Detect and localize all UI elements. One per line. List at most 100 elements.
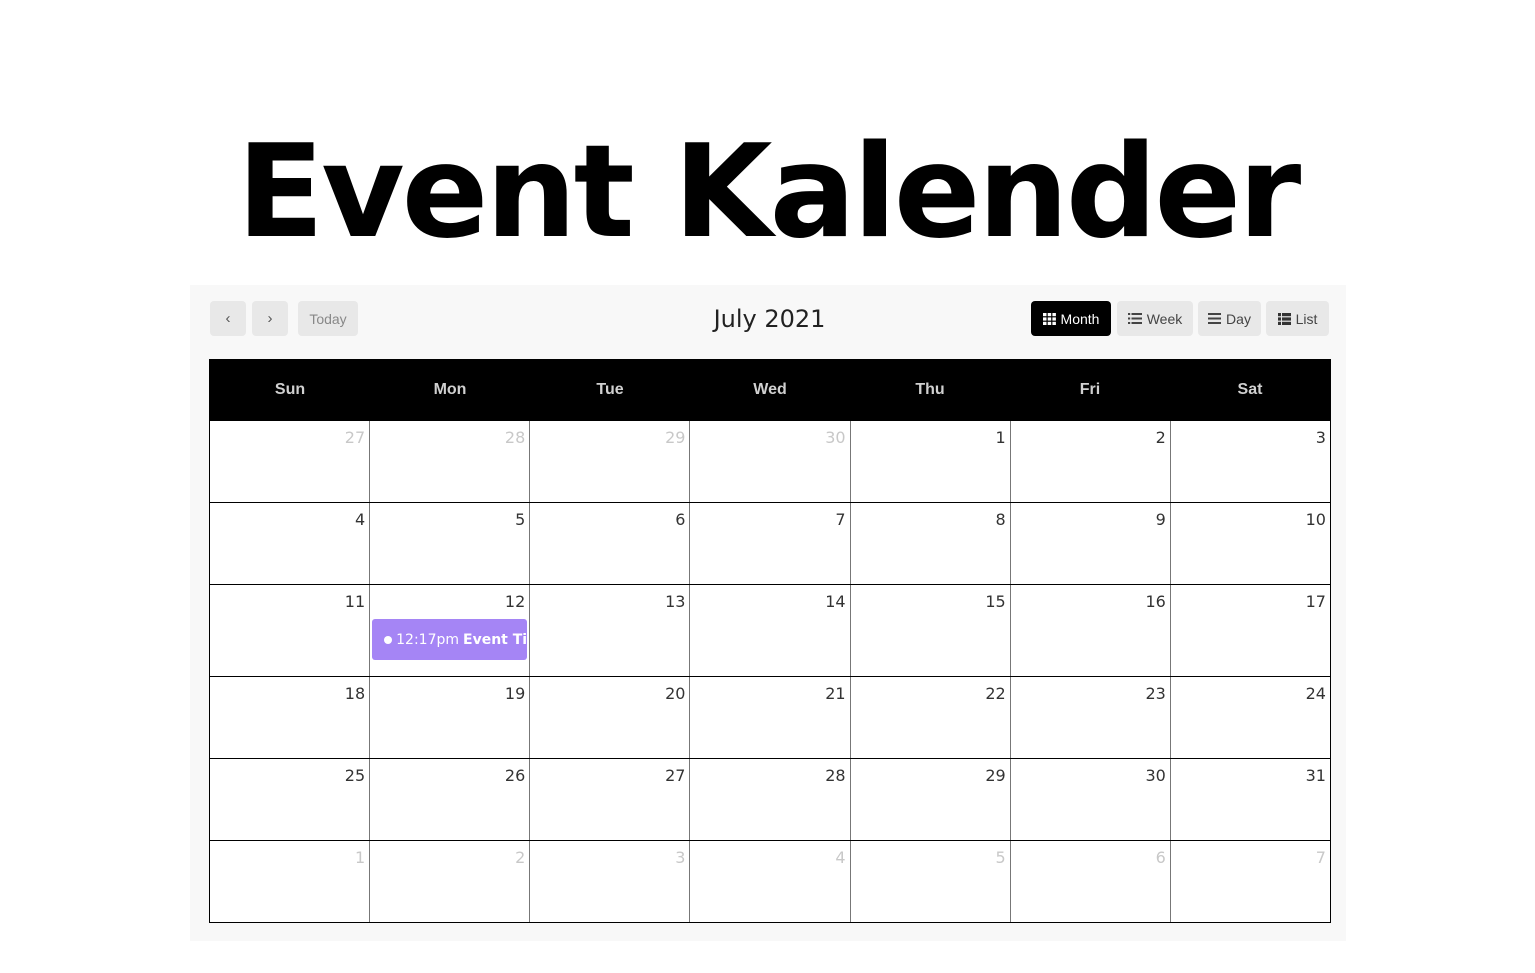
day-number: 28 xyxy=(825,766,846,785)
day-number: 15 xyxy=(985,592,1006,611)
view-week-label: Week xyxy=(1146,310,1183,327)
day-cell[interactable]: 21 xyxy=(689,677,849,758)
day-cell[interactable]: 30 xyxy=(1009,759,1170,840)
day-number: 3 xyxy=(675,848,686,867)
calendar-toolbar: ‹ › Today July 2021 Month Week Day List xyxy=(210,301,1329,337)
calendar: ‹ › Today July 2021 Month Week Day List … xyxy=(190,285,1346,941)
view-day-button[interactable]: Day xyxy=(1198,301,1261,336)
day-cell[interactable]: 28 xyxy=(689,759,849,840)
day-cell[interactable]: 10 xyxy=(1169,503,1330,584)
day-cell[interactable]: 25 xyxy=(210,759,369,840)
month-grid: Sun Mon Tue Wed Thu Fri Sat 27 28 29 30 1 2 3 4… xyxy=(209,359,1331,923)
day-number: 30 xyxy=(1145,766,1166,785)
day-number: 27 xyxy=(344,428,366,447)
day-number: 20 xyxy=(665,684,686,703)
event-dot-icon xyxy=(384,635,393,644)
day-cell[interactable]: 26 xyxy=(369,759,529,840)
day-cell[interactable]: 18 xyxy=(210,677,369,758)
list-bulleted-icon xyxy=(1127,313,1142,324)
day-cell[interactable]: 9 xyxy=(1009,503,1170,584)
day-cell[interactable]: 29 xyxy=(849,759,1010,840)
day-cell[interactable]: 8 xyxy=(849,503,1010,584)
week-row: 4 5 6 7 8 9 10 xyxy=(210,502,1330,584)
weekday-header-cell: Tue xyxy=(596,381,624,398)
day-number: 19 xyxy=(504,684,526,703)
day-cell[interactable]: 27 xyxy=(529,759,689,840)
day-cell[interactable]: 1 xyxy=(849,421,1010,502)
day-number: 3 xyxy=(1315,428,1326,447)
day-cell[interactable]: 4 xyxy=(210,503,369,584)
view-month-button[interactable]: Month xyxy=(1031,301,1111,336)
event-title: Event Title xyxy=(463,631,528,648)
day-cell[interactable]: 24 xyxy=(1169,677,1330,758)
day-number: 1 xyxy=(995,428,1006,447)
day-cell[interactable]: 7 xyxy=(1169,841,1330,922)
view-week-button[interactable]: Week xyxy=(1117,301,1193,336)
day-number: 7 xyxy=(1315,848,1326,867)
page-title: Event Kalender xyxy=(236,118,1302,267)
grid-icon xyxy=(1042,312,1056,325)
day-cell[interactable]: 7 xyxy=(689,503,849,584)
day-cell[interactable]: 3 xyxy=(1169,421,1330,502)
day-cell[interactable]: 4 xyxy=(689,841,849,922)
day-cell[interactable]: 5 xyxy=(369,503,529,584)
day-number: 22 xyxy=(985,684,1006,703)
day-number: 18 xyxy=(344,684,366,703)
day-cell[interactable]: 14 xyxy=(689,585,849,676)
weekday-header-cell: Thu xyxy=(915,381,945,398)
week-row: 11 12 12:17pmEvent Title 13 14 15 16 17 xyxy=(210,584,1330,676)
day-number: 23 xyxy=(1145,684,1166,703)
day-cell[interactable]: 11 xyxy=(210,585,369,676)
day-number: 2 xyxy=(1155,428,1166,447)
day-number: 31 xyxy=(1305,766,1326,785)
table-list-icon xyxy=(1277,312,1291,325)
day-number: 17 xyxy=(1305,592,1326,611)
day-cell[interactable]: 6 xyxy=(1009,841,1170,922)
day-cell[interactable]: 20 xyxy=(529,677,689,758)
day-number: 21 xyxy=(825,684,846,703)
day-cell[interactable]: 17 xyxy=(1169,585,1330,676)
day-cell[interactable]: 30 xyxy=(689,421,849,502)
day-number: 6 xyxy=(675,510,686,529)
day-cell[interactable]: 1 xyxy=(210,841,369,922)
day-cell[interactable]: 5 xyxy=(849,841,1010,922)
day-cell[interactable]: 13 xyxy=(529,585,689,676)
view-list-button[interactable]: List xyxy=(1266,301,1329,336)
day-number: 16 xyxy=(1145,592,1166,611)
day-number: 11 xyxy=(344,592,366,611)
weekday-header-cell: Sat xyxy=(1237,381,1263,398)
day-cell[interactable]: 31 xyxy=(1169,759,1330,840)
day-cell[interactable]: 27 xyxy=(210,421,369,502)
day-number: 29 xyxy=(665,428,686,447)
day-cell[interactable]: 15 xyxy=(849,585,1010,676)
today-button[interactable]: Today xyxy=(298,301,358,336)
prev-button[interactable]: ‹ xyxy=(210,301,246,336)
day-cell[interactable]: 19 xyxy=(369,677,529,758)
day-number: 28 xyxy=(504,428,526,447)
day-number: 27 xyxy=(665,766,686,785)
day-cell[interactable]: 2 xyxy=(1009,421,1170,502)
next-button[interactable]: › xyxy=(252,301,288,336)
day-cell[interactable]: 6 xyxy=(529,503,689,584)
day-number: 10 xyxy=(1305,510,1326,529)
day-cell[interactable]: 23 xyxy=(1009,677,1170,758)
chevron-left-icon: ‹ xyxy=(225,310,231,327)
day-cell[interactable]: 29 xyxy=(529,421,689,502)
week-row: 18 19 20 21 22 23 24 xyxy=(210,676,1330,758)
weekday-header-cell: Fri xyxy=(1079,381,1101,398)
day-number: 5 xyxy=(995,848,1006,867)
day-cell[interactable]: 28 xyxy=(369,421,529,502)
week-row: 25 26 27 28 29 30 31 xyxy=(210,758,1330,840)
day-number: 9 xyxy=(1155,510,1166,529)
day-cell[interactable]: 3 xyxy=(529,841,689,922)
day-number: 5 xyxy=(515,510,526,529)
calendar-event[interactable]: 12:17pmEvent Title xyxy=(372,619,528,660)
event-time: 12:17pm xyxy=(396,631,460,648)
day-cell[interactable]: 2 xyxy=(369,841,529,922)
day-number: 4 xyxy=(354,510,366,529)
view-day-label: Day xyxy=(1226,310,1251,327)
day-cell[interactable]: 16 xyxy=(1009,585,1170,676)
day-cell[interactable]: 22 xyxy=(849,677,1010,758)
day-cell[interactable]: 12 12:17pmEvent Title xyxy=(369,585,529,676)
weeks-container: 2728293012345678910111212:17pmEvent Titl… xyxy=(210,420,1330,922)
